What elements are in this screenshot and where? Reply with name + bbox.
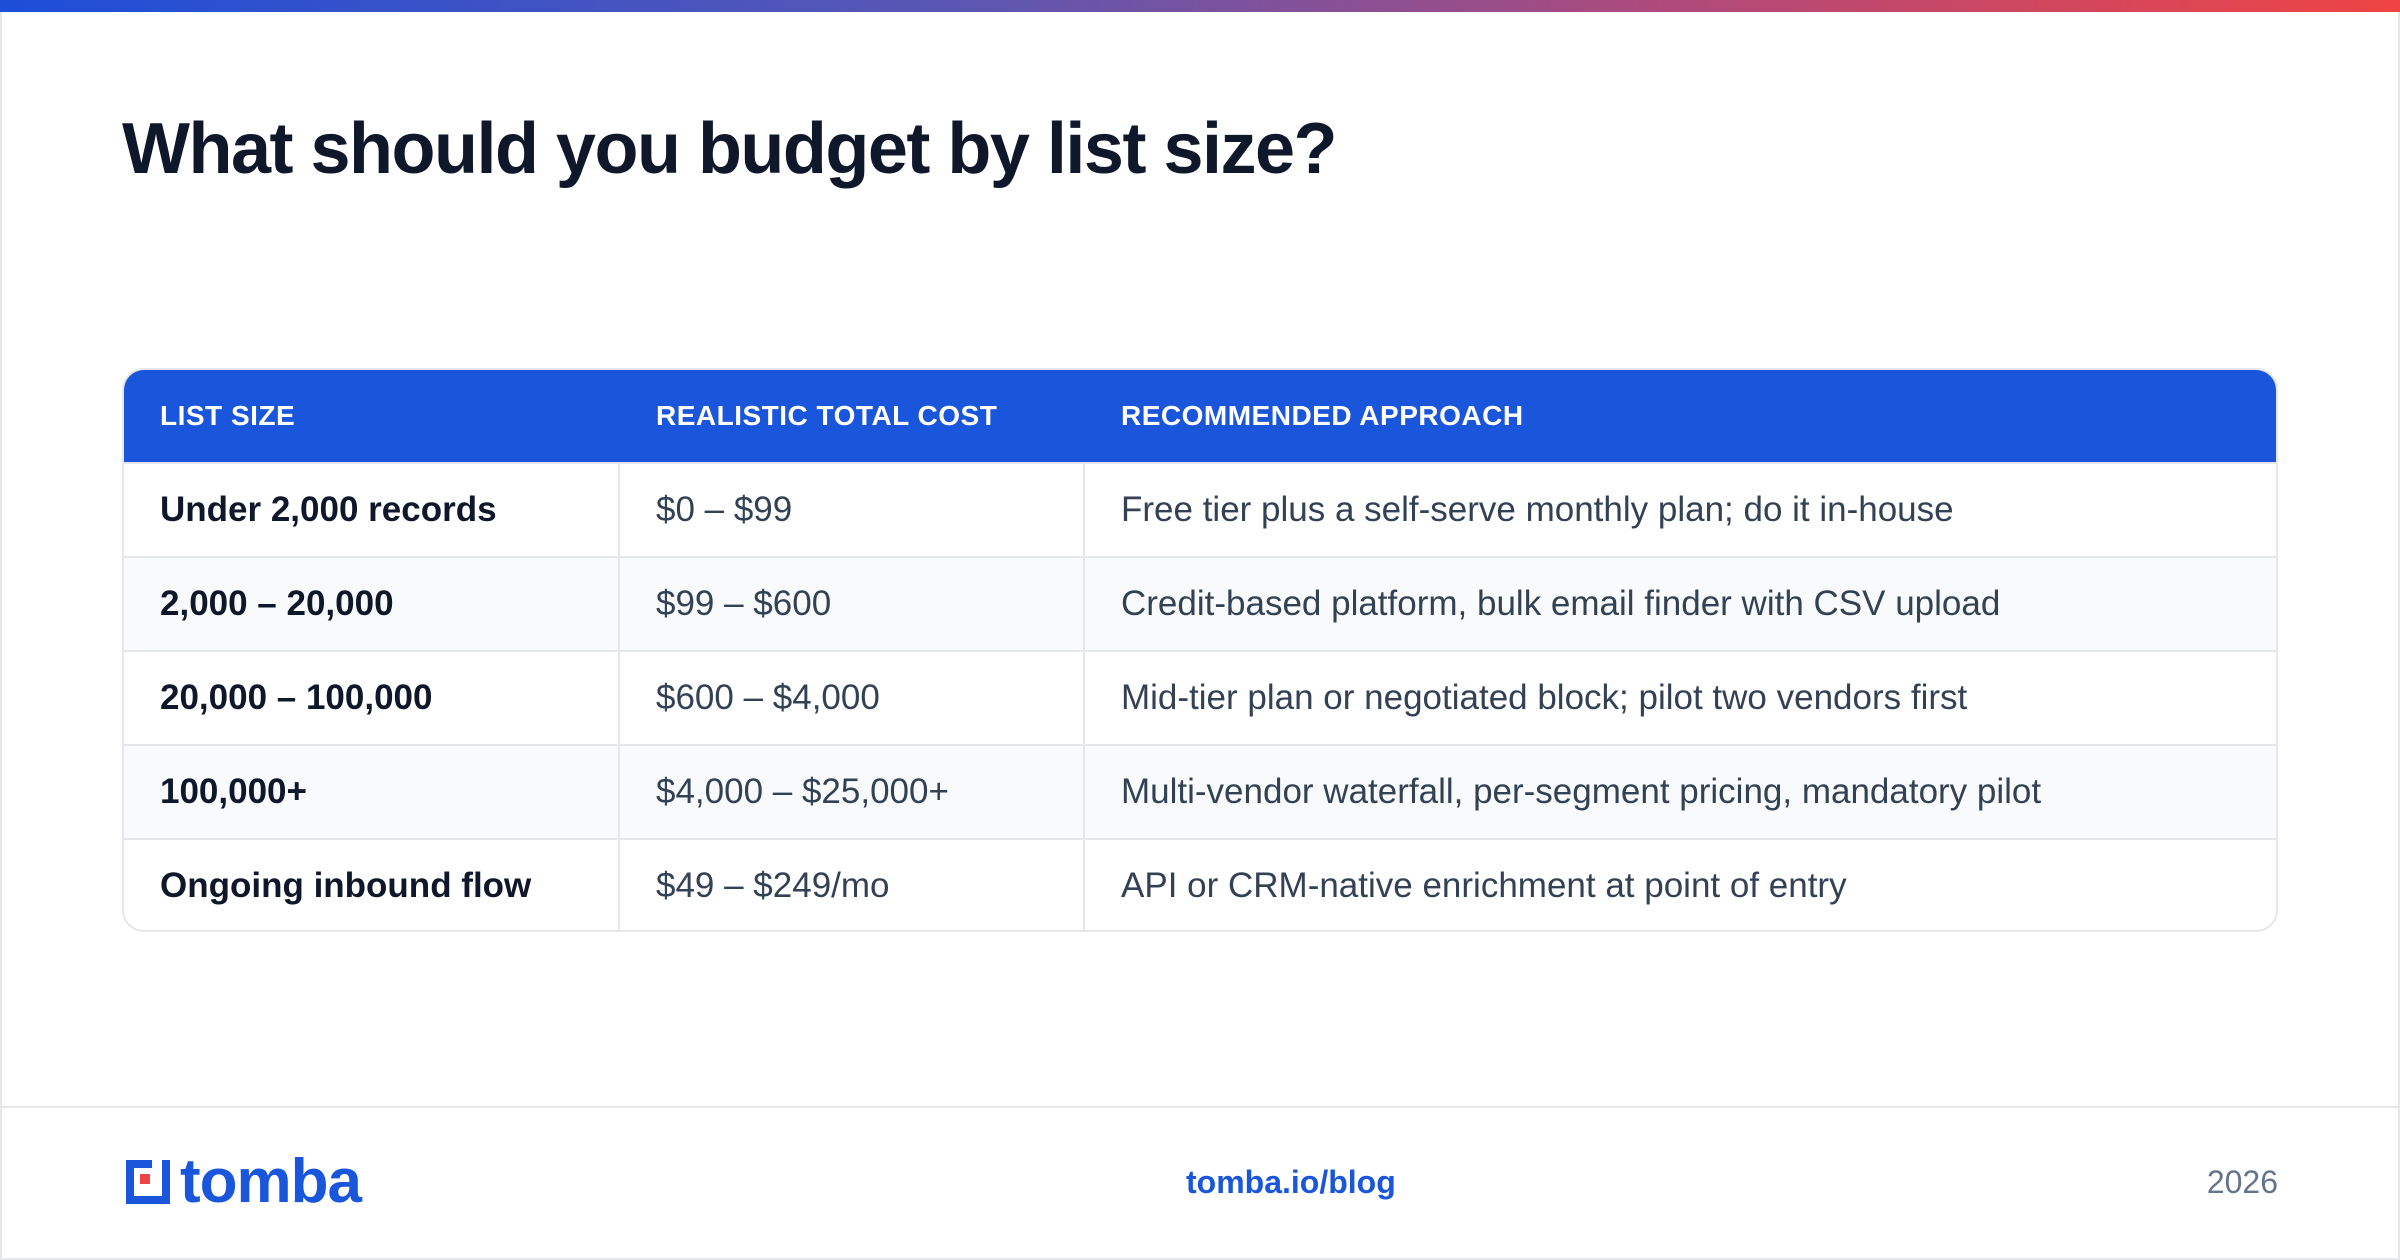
table-row: Under 2,000 records $0 – $99 Free tier p… (124, 462, 2276, 556)
cell-list-size: 20,000 – 100,000 (124, 652, 620, 744)
table-row: 100,000+ $4,000 – $25,000+ Multi-vendor … (124, 744, 2276, 838)
cell-total-cost: $99 – $600 (620, 558, 1085, 650)
footer-year: 2026 (2206, 1164, 2278, 1200)
table-row: Ongoing inbound flow $49 – $249/mo API o… (124, 838, 2276, 930)
blog-link[interactable]: tomba.io/blog (1186, 1164, 1396, 1201)
budget-table: LIST SIZE REALISTIC TOTAL COST RECOMMEND… (122, 368, 2278, 932)
cell-total-cost: $4,000 – $25,000+ (620, 746, 1085, 838)
cell-approach: Multi-vendor waterfall, per-segment pric… (1121, 772, 2042, 811)
cell-approach: API or CRM-native enrichment at point of… (1121, 866, 1847, 905)
cell-approach: Credit-based platform, bulk email finder… (1121, 584, 2001, 623)
header-total-cost: REALISTIC TOTAL COST (656, 400, 998, 431)
tomba-logo[interactable]: tomba (122, 1147, 362, 1216)
table-row: 2,000 – 20,000 $99 – $600 Credit-based p… (124, 556, 2276, 650)
cell-list-size: 100,000+ (124, 746, 620, 838)
header-approach: RECOMMENDED APPROACH (1121, 400, 1524, 431)
page-title: What should you budget by list size? (122, 109, 1338, 189)
header-list-size: LIST SIZE (160, 400, 296, 431)
table-header: LIST SIZE REALISTIC TOTAL COST RECOMMEND… (124, 370, 2276, 462)
table-row: 20,000 – 100,000 $600 – $4,000 Mid-tier … (124, 650, 2276, 744)
cell-total-cost: $600 – $4,000 (620, 652, 1085, 744)
cell-total-cost: $49 – $249/mo (620, 840, 1085, 930)
cell-approach: Free tier plus a self-serve monthly plan… (1121, 490, 1954, 529)
footer-divider (0, 1106, 2400, 1108)
cell-approach: Mid-tier plan or negotiated block; pilot… (1121, 678, 1968, 717)
cell-list-size: Ongoing inbound flow (124, 840, 620, 930)
cell-list-size: Under 2,000 records (124, 464, 620, 556)
cell-list-size: 2,000 – 20,000 (124, 558, 620, 650)
cell-total-cost: $0 – $99 (620, 464, 1085, 556)
top-gradient-bar (0, 0, 2400, 12)
tomba-logo-icon (126, 1160, 170, 1204)
logo-wordmark: tomba (180, 1147, 362, 1216)
